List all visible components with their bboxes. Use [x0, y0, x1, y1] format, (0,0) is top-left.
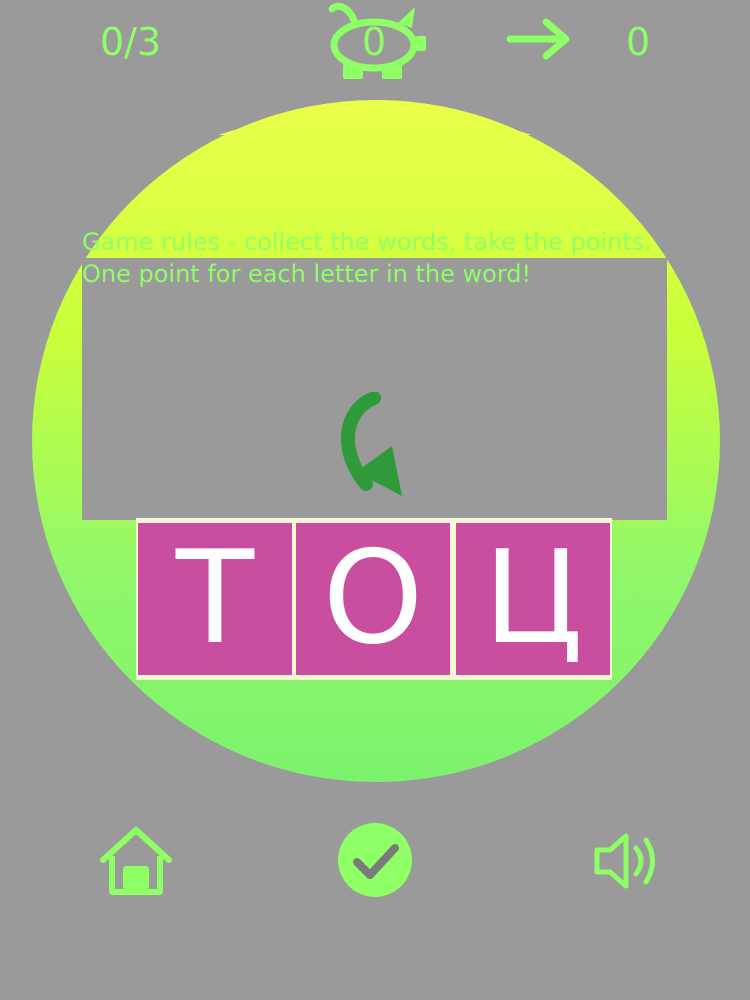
bank-value: 0 [362, 20, 387, 64]
game-rules: Game rules - collect the words, take the… [82, 226, 702, 290]
rules-line-2: One point for each letter in the word! [82, 260, 532, 288]
check-icon[interactable] [335, 820, 415, 900]
letter-tile[interactable]: Т [138, 523, 292, 675]
home-icon[interactable] [98, 824, 174, 896]
score-value: 0 [626, 20, 651, 64]
speaker-icon[interactable] [592, 830, 662, 892]
letter-tile[interactable]: О [296, 523, 450, 675]
letter-tile[interactable]: Ц [456, 523, 610, 675]
words-progress: 0/3 [100, 20, 162, 64]
rules-line-1: Game rules - collect the words, take the… [82, 228, 652, 256]
arrow-right-icon [506, 18, 570, 60]
curved-arrow-icon [340, 392, 402, 496]
